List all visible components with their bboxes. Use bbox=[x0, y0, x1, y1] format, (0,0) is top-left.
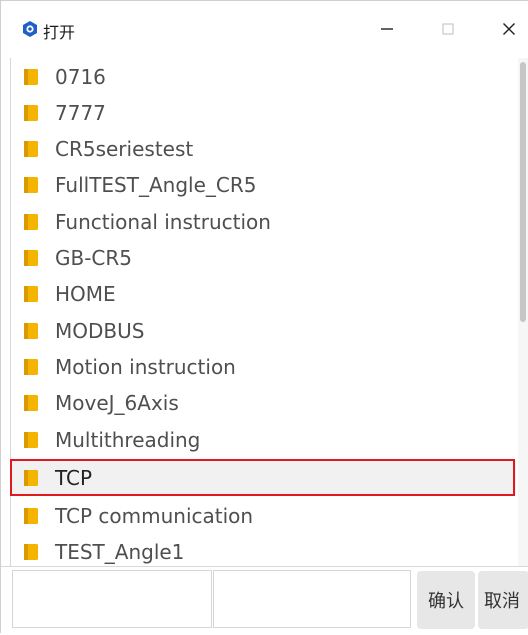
list-item[interactable]: FullTEST_Angle_CR5 bbox=[11, 167, 516, 202]
folder-icon bbox=[24, 176, 38, 193]
folder-icon bbox=[24, 431, 38, 448]
file-name: Motion instruction bbox=[55, 354, 236, 379]
folder-icon bbox=[24, 469, 38, 486]
file-name: CR5seriestest bbox=[55, 136, 194, 161]
list-item[interactable]: 7777 bbox=[11, 95, 516, 130]
folder-icon bbox=[24, 394, 38, 411]
list-item[interactable]: Multithreading bbox=[11, 422, 516, 457]
folder-icon bbox=[24, 249, 38, 266]
list-item[interactable]: Motion instruction bbox=[11, 349, 516, 384]
folder-icon bbox=[24, 213, 38, 230]
folder-icon bbox=[24, 140, 38, 157]
list-item[interactable]: MODBUS bbox=[11, 313, 516, 348]
folder-icon bbox=[24, 543, 38, 560]
minimize-icon bbox=[381, 28, 393, 30]
list-item[interactable]: Functional instruction bbox=[11, 204, 516, 239]
file-name: TEST_Angle1 bbox=[55, 539, 185, 564]
file-name: Multithreading bbox=[55, 427, 201, 452]
close-icon bbox=[503, 23, 515, 35]
window-title: 打开 bbox=[43, 23, 76, 42]
app-logo-icon bbox=[23, 21, 37, 37]
file-name: 0716 bbox=[55, 64, 106, 89]
file-name: TCP communication bbox=[55, 503, 254, 528]
close-button[interactable] bbox=[489, 11, 528, 47]
list-item[interactable]: TEST_Angle1 bbox=[11, 534, 516, 566]
file-name: HOME bbox=[55, 281, 116, 306]
file-name: GB-CR5 bbox=[55, 245, 133, 270]
scrollbar[interactable] bbox=[518, 58, 528, 566]
file-name: MODBUS bbox=[55, 318, 145, 343]
title-bar[interactable]: 打开 bbox=[1, 1, 528, 58]
folder-icon bbox=[24, 507, 38, 524]
list-item[interactable]: GB-CR5 bbox=[11, 240, 516, 275]
maximize-button[interactable] bbox=[428, 11, 468, 47]
folder-icon bbox=[24, 285, 38, 302]
list-item[interactable]: HOME bbox=[11, 276, 516, 311]
folder-icon bbox=[24, 322, 38, 339]
file-name: MoveJ_6Axis bbox=[55, 390, 179, 415]
maximize-icon bbox=[442, 23, 454, 35]
list-item[interactable]: TCP communication bbox=[11, 498, 516, 533]
file-name: 7777 bbox=[55, 100, 106, 125]
folder-icon bbox=[24, 358, 38, 375]
confirm-button[interactable]: 确认 bbox=[417, 571, 475, 629]
list-item[interactable]: MoveJ_6Axis bbox=[11, 385, 516, 420]
file-name: TCP bbox=[55, 465, 93, 490]
dialog-footer: 确认 取消 bbox=[1, 566, 528, 635]
cancel-button[interactable]: 取消 bbox=[478, 571, 528, 629]
scrollbar-thumb[interactable] bbox=[520, 62, 526, 322]
folder-icon bbox=[24, 68, 38, 85]
file-list[interactable]: 0716 7777 CR5seriestest FullTEST_Angle_C… bbox=[10, 58, 519, 566]
file-name-input[interactable] bbox=[12, 570, 212, 628]
list-item[interactable]: CR5seriestest bbox=[11, 131, 516, 166]
list-item-selected[interactable]: TCP bbox=[11, 460, 516, 495]
folder-icon bbox=[24, 104, 38, 121]
file-type-field[interactable] bbox=[213, 570, 411, 628]
file-name: Functional instruction bbox=[55, 209, 271, 234]
minimize-button[interactable] bbox=[367, 11, 407, 47]
list-item[interactable]: 0716 bbox=[11, 59, 516, 94]
file-name: FullTEST_Angle_CR5 bbox=[55, 172, 257, 197]
open-dialog: 打开 0716 7777 CR5seriestest FullTEST_Angl… bbox=[0, 0, 528, 635]
